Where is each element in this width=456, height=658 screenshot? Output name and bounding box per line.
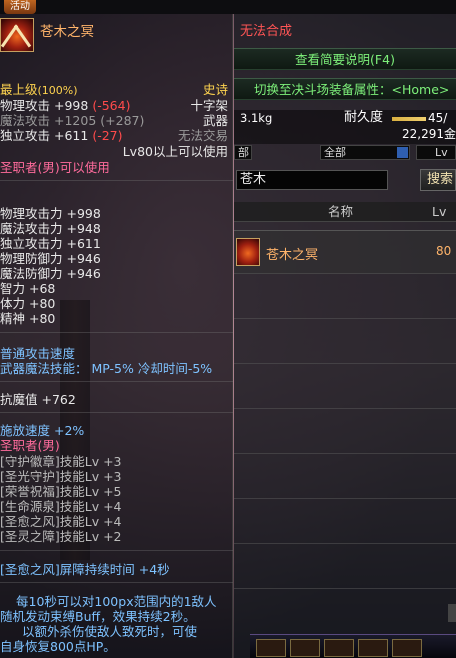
result-row[interactable]: 苍木之冥 80 bbox=[234, 230, 456, 274]
result-level: 80 bbox=[436, 244, 452, 258]
magic-resist: 抗魔值 +762 bbox=[0, 392, 76, 407]
skill-line: [圣灵之障]技能Lv +2 bbox=[0, 529, 122, 544]
cross-weapon-icon bbox=[0, 18, 34, 52]
description-line: 每10秒可以对100px范围内的1敌人 bbox=[16, 594, 217, 609]
divider bbox=[0, 412, 233, 413]
scroll-handle-icon[interactable] bbox=[448, 604, 456, 622]
stat-line: 精神 +80 bbox=[0, 311, 56, 326]
weapon-skill: 武器魔法技能： MP-5% 冷却时间-5% bbox=[0, 361, 213, 376]
skill-slot[interactable] bbox=[324, 639, 354, 657]
cast-speed: 施放速度 +2% bbox=[0, 423, 85, 438]
result-row-empty[interactable] bbox=[234, 275, 456, 319]
divider bbox=[0, 180, 233, 181]
activity-tab[interactable]: 活动 bbox=[4, 0, 36, 14]
skill-slot[interactable] bbox=[358, 639, 388, 657]
filter-select-1[interactable]: 部 bbox=[234, 145, 252, 160]
game-top-bar: 活动 bbox=[0, 0, 456, 14]
skill-slot[interactable] bbox=[290, 639, 320, 657]
skill-line: [守护徽章]技能Lv +3 bbox=[0, 454, 122, 469]
skill-line: [荣誉祝福]技能Lv +5 bbox=[0, 484, 122, 499]
result-table-header: 名称 Lv bbox=[234, 202, 456, 222]
cross-weapon-icon bbox=[236, 238, 260, 266]
durability-label: 耐久度 bbox=[344, 110, 384, 125]
skill-bar bbox=[250, 634, 456, 658]
gold-amount: 22,291金 bbox=[402, 127, 456, 141]
result-row-empty[interactable] bbox=[234, 545, 456, 589]
item-tooltip: 苍木之冥 最上级(100%) 史诗 物理攻击 +998 (-564) 十字架 魔… bbox=[0, 14, 233, 658]
durability-bar bbox=[392, 117, 426, 121]
max-level: 最上级(100%) bbox=[0, 82, 78, 97]
item-stats-box: 3.1kg 耐久度 45/ 22,291金 bbox=[234, 110, 456, 144]
description-line: 自身恢复800点HP。 bbox=[0, 639, 116, 654]
description-line: 以额外杀伤使敌人致死时，可使 bbox=[22, 624, 198, 639]
stat-line: 物理防御力 +946 bbox=[0, 251, 101, 266]
skill-slot[interactable] bbox=[392, 639, 422, 657]
divider bbox=[0, 332, 233, 333]
view-brief-button[interactable]: 查看简要说明(F4) bbox=[234, 48, 456, 70]
stat-line: 独立攻击力 +611 bbox=[0, 236, 101, 251]
skill-line: [圣愈之风]技能Lv +4 bbox=[0, 514, 122, 529]
stat-line: 魔法攻击力 +948 bbox=[0, 221, 101, 236]
rarity: 史诗 bbox=[202, 82, 228, 97]
stat-line: 智力 +68 bbox=[0, 281, 56, 296]
stat-line: 体力 +80 bbox=[0, 296, 56, 311]
stat-line: 物理攻击力 +998 bbox=[0, 206, 101, 221]
cannot-synthesize-label: 无法合成 bbox=[240, 24, 293, 39]
attack-line-magic: 魔法攻击 +1205 (+287) bbox=[0, 113, 145, 128]
item-name: 苍木之冥 bbox=[40, 24, 94, 40]
durability-value: 45/ bbox=[428, 111, 448, 125]
col-lv: Lv bbox=[432, 204, 447, 219]
attack-line-independent: 独立攻击 +611 (-27) bbox=[0, 128, 123, 143]
class-requirement: 圣职者(男)可以使用 bbox=[0, 160, 110, 175]
description-line: 随机发动束缚Buff，效果持续2秒。 bbox=[0, 609, 196, 624]
skill-slot[interactable] bbox=[256, 639, 286, 657]
result-row-empty[interactable] bbox=[234, 410, 456, 454]
divider bbox=[0, 550, 233, 551]
barrier-duration: [圣愈之风]屏障持续时间 +4秒 bbox=[0, 562, 170, 577]
tradable: 无法交易 bbox=[177, 128, 228, 143]
weight: 3.1kg bbox=[240, 111, 273, 125]
search-button[interactable]: 搜索 bbox=[420, 169, 456, 191]
search-input[interactable]: 苍木 bbox=[236, 170, 388, 190]
switch-arena-button[interactable]: 切换至决斗场装备属性：<Home> bbox=[234, 78, 456, 100]
divider bbox=[0, 582, 233, 583]
result-row-empty[interactable] bbox=[234, 455, 456, 499]
category: 武器 bbox=[202, 113, 228, 128]
attack-line-physical: 物理攻击 +998 (-564) bbox=[0, 98, 131, 113]
filter-select-2[interactable]: 全部 bbox=[320, 145, 410, 160]
col-name: 名称 bbox=[328, 204, 354, 219]
item-panel: 无法合成 查看简要说明(F4) 切换至决斗场装备属性：<Home> 3.1kg … bbox=[234, 14, 456, 658]
weapon-type: 十字架 bbox=[190, 98, 228, 113]
level-requirement: Lv80以上可以使用 bbox=[122, 144, 228, 159]
skill-line: [圣光守护]技能Lv +3 bbox=[0, 469, 122, 484]
dropdown-arrow-icon bbox=[397, 147, 408, 158]
attack-speed: 普通攻击速度 bbox=[0, 346, 76, 361]
result-row-empty[interactable] bbox=[234, 320, 456, 364]
result-row-empty[interactable] bbox=[234, 500, 456, 544]
result-row-empty[interactable] bbox=[234, 365, 456, 409]
skill-line: [生命源泉]技能Lv +4 bbox=[0, 499, 122, 514]
class-line: 圣职者(男) bbox=[0, 438, 60, 453]
divider bbox=[0, 381, 233, 382]
filter-row: 部 全部 Lv bbox=[234, 145, 456, 161]
stat-line: 魔法防御力 +946 bbox=[0, 266, 101, 281]
result-name: 苍木之冥 bbox=[266, 248, 319, 263]
filter-select-3[interactable]: Lv bbox=[416, 145, 456, 160]
